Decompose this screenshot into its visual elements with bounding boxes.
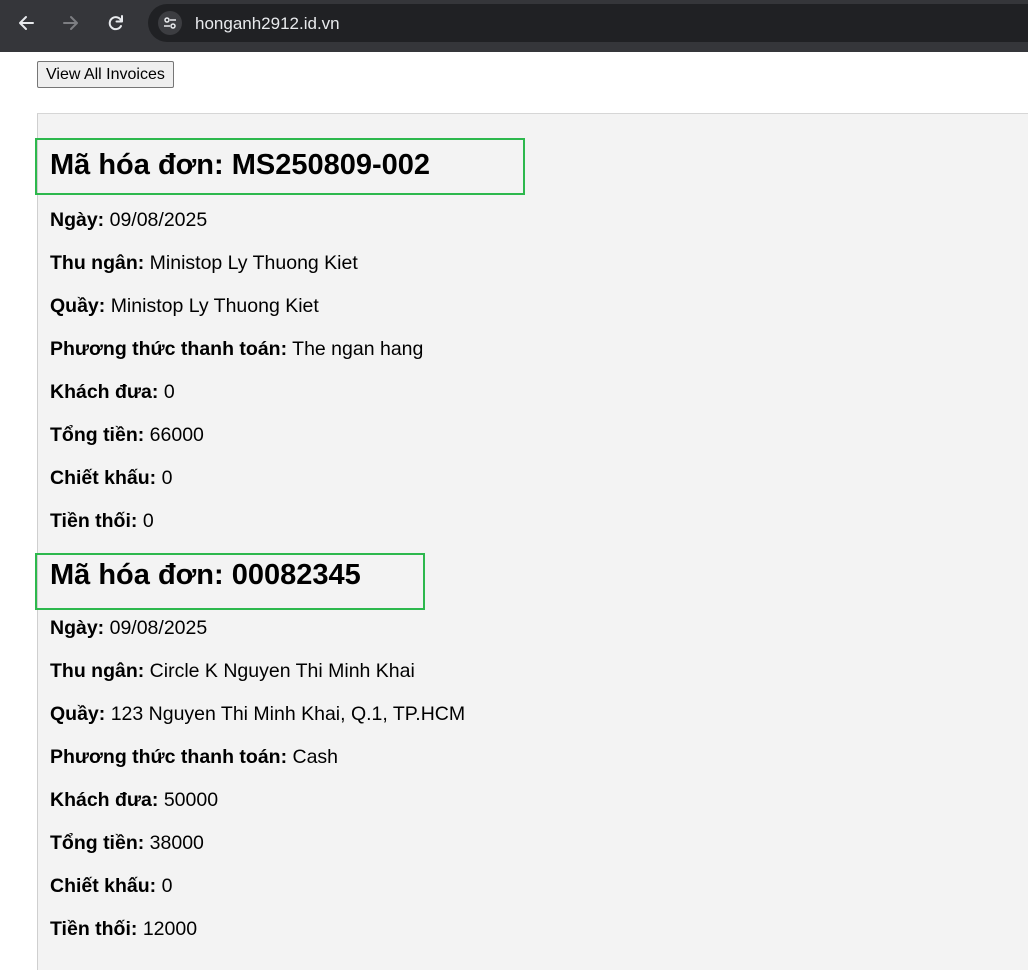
invoice-field-customer-paid: Khách đưa: 50000 [50, 789, 218, 812]
invoice-field-counter: Quầy: Ministop Ly Thuong Kiet [50, 295, 319, 318]
field-label: Phương thức thanh toán: [50, 746, 288, 768]
field-value: Ministop Ly Thuong Kiet [110, 295, 319, 317]
url-text[interactable]: honganh2912.id.vn [195, 14, 340, 34]
page-content: View All Invoices Mã hóa đơn: MS250809-0… [0, 52, 1028, 970]
invoice-title-label: Mã hóa đơn: [50, 149, 224, 181]
field-label: Tiền thối: [50, 510, 138, 532]
field-label: Quầy: [50, 295, 106, 317]
field-label: Khách đưa: [50, 381, 159, 403]
field-label: Quầy: [50, 703, 106, 725]
field-label: Phương thức thanh toán: [50, 338, 288, 360]
invoice-field-change: Tiền thối: 12000 [50, 918, 197, 941]
invoice-field-total: Tổng tiền: 66000 [50, 424, 204, 447]
invoice-field-discount: Chiết khấu: 0 [50, 875, 172, 898]
field-value: 38000 [149, 832, 204, 854]
field-value: 09/08/2025 [109, 209, 208, 231]
field-value: 123 Nguyen Thi Minh Khai, Q.1, TP.HCM [110, 703, 466, 725]
back-arrow-icon[interactable] [12, 9, 40, 37]
field-value: 0 [142, 510, 154, 532]
invoice-code: MS250809-002 [231, 149, 431, 181]
field-value: 0 [161, 875, 173, 897]
invoice-title: Mã hóa đơn: MS250809-002 [50, 149, 430, 182]
field-value: 12000 [142, 918, 198, 940]
field-value: 09/08/2025 [109, 617, 208, 639]
field-label: Thu ngân: [50, 252, 145, 274]
field-label: Chiết khấu: [50, 467, 157, 489]
invoice-field-payment-method: Phương thức thanh toán: Cash [50, 746, 338, 769]
field-label: Chiết khấu: [50, 875, 157, 897]
address-bar[interactable]: honganh2912.id.vn [148, 4, 1028, 42]
field-label: Khách đưa: [50, 789, 159, 811]
invoice-title-label: Mã hóa đơn: [50, 559, 224, 591]
invoice-code: 00082345 [231, 559, 361, 591]
field-label: Thu ngân: [50, 660, 145, 682]
invoice-title: Mã hóa đơn: 00082345 [50, 559, 361, 592]
field-label: Tổng tiền: [50, 832, 145, 854]
reload-icon[interactable] [102, 9, 130, 37]
forward-arrow-icon[interactable] [57, 9, 85, 37]
field-value: Circle K Nguyen Thi Minh Khai [149, 660, 415, 682]
view-all-invoices-button[interactable]: View All Invoices [37, 61, 174, 88]
field-value: 0 [161, 467, 173, 489]
invoice-field-payment-method: Phương thức thanh toán: The ngan hang [50, 338, 423, 361]
field-label: Tổng tiền: [50, 424, 145, 446]
invoice-field-discount: Chiết khấu: 0 [50, 467, 172, 490]
field-value: Cash [292, 746, 339, 768]
site-info-icon[interactable] [158, 11, 182, 35]
field-value: 50000 [163, 789, 219, 811]
invoice-field-total: Tổng tiền: 38000 [50, 832, 204, 855]
invoice-field-date: Ngày: 09/08/2025 [50, 617, 207, 640]
invoice-field-counter: Quầy: 123 Nguyen Thi Minh Khai, Q.1, TP.… [50, 703, 465, 726]
invoice-field-change: Tiền thối: 0 [50, 510, 154, 533]
invoice-field-cashier: Thu ngân: Ministop Ly Thuong Kiet [50, 252, 358, 275]
invoice-field-date: Ngày: 09/08/2025 [50, 209, 207, 232]
invoice-list-panel: Mã hóa đơn: MS250809-002 Ngày: 09/08/202… [35, 113, 1028, 970]
invoice-field-customer-paid: Khách đưa: 0 [50, 381, 175, 404]
browser-toolbar: honganh2912.id.vn [0, 0, 1028, 52]
field-label: Ngày: [50, 617, 105, 639]
field-label: Tiền thối: [50, 918, 138, 940]
field-value: 66000 [149, 424, 204, 446]
field-label: Ngày: [50, 209, 105, 231]
field-value: 0 [163, 381, 175, 403]
field-value: Ministop Ly Thuong Kiet [149, 252, 358, 274]
field-value: The ngan hang [292, 338, 424, 360]
invoice-field-cashier: Thu ngân: Circle K Nguyen Thi Minh Khai [50, 660, 415, 683]
